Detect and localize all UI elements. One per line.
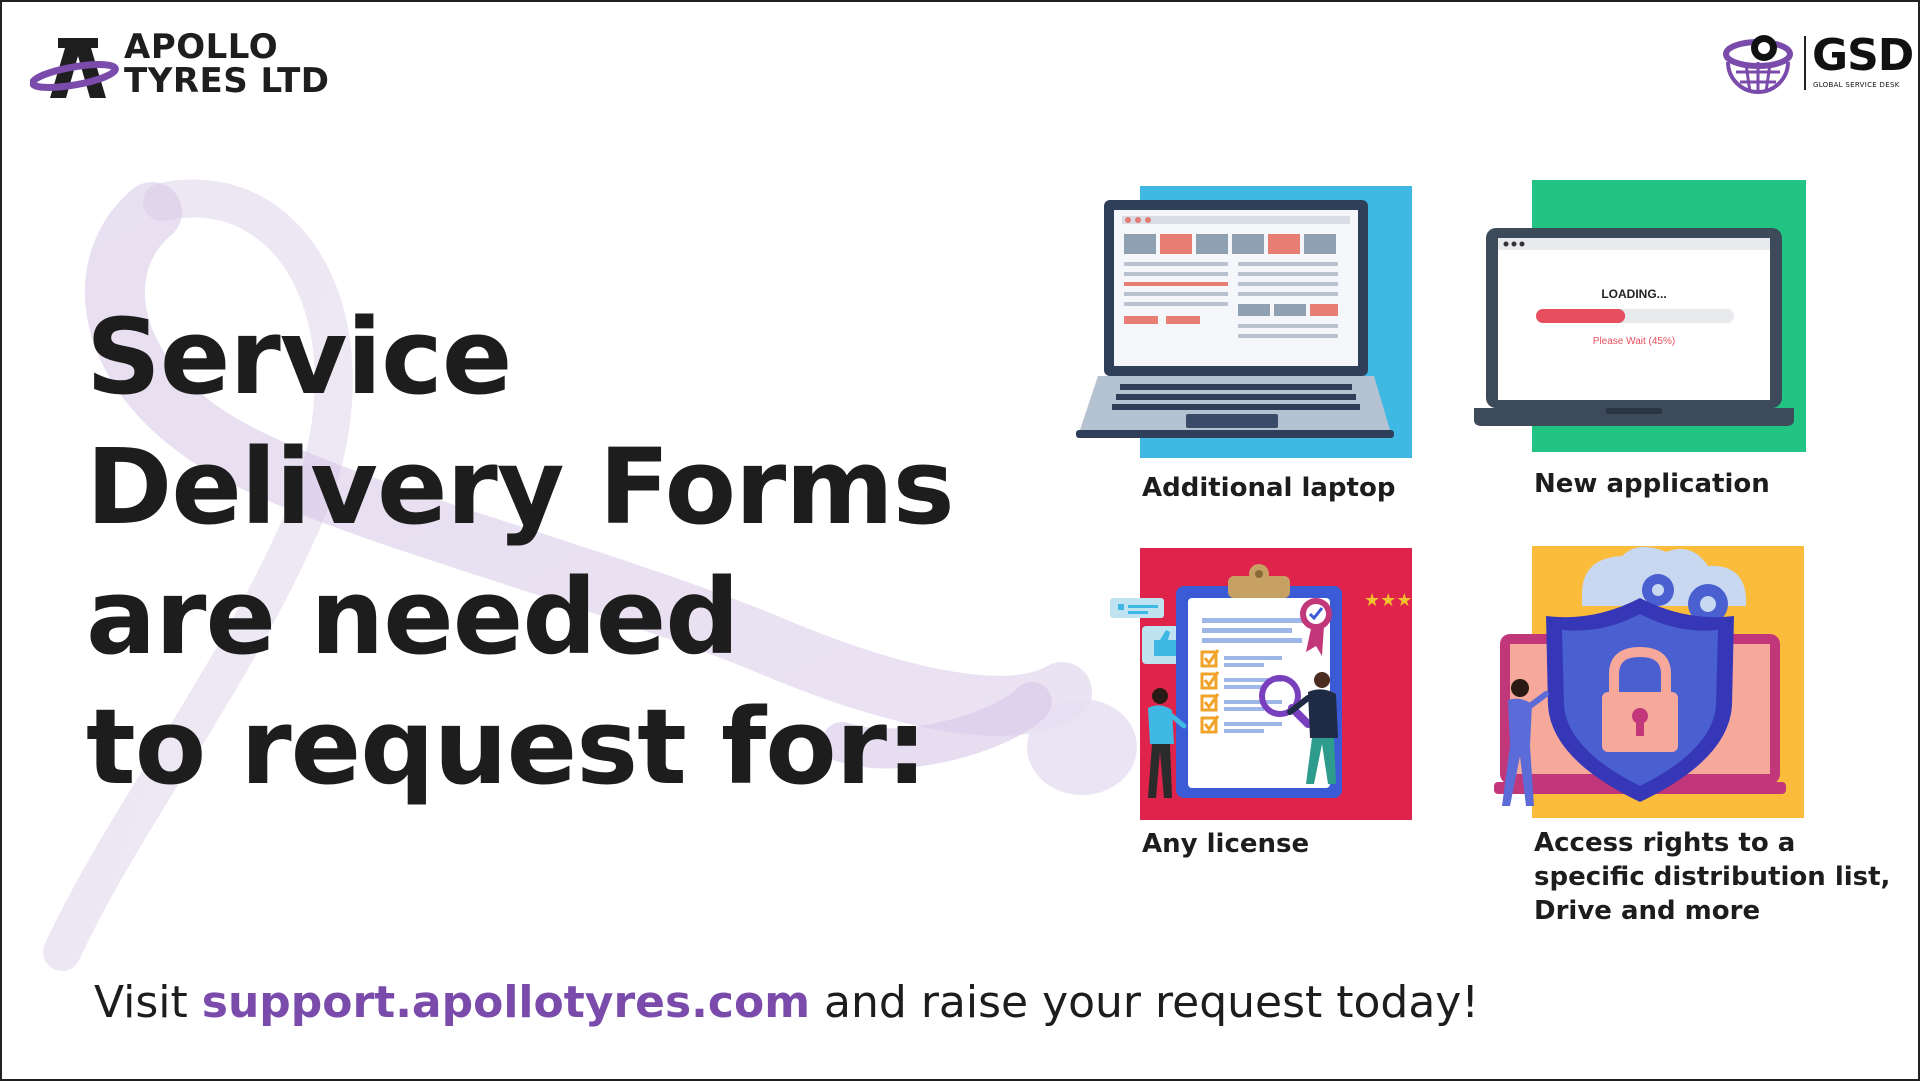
footer-prefix: Visit <box>94 977 202 1028</box>
headline-line-2: Delivery Forms <box>86 426 955 548</box>
poster: APOLLO TYRES LTD GSD GLOBAL SERVICE DESK… <box>0 0 1920 1081</box>
gsd-subtitle: GLOBAL SERVICE DESK <box>1813 81 1900 89</box>
headline-line-1: Service <box>86 296 512 418</box>
tile-caption-line-2: specific distribution list, <box>1534 862 1891 892</box>
clipboard-checklist-icon: ★★★ <box>1110 564 1412 798</box>
headline: Service Delivery Forms are needed to req… <box>86 292 986 812</box>
apollo-tyres-logo: APOLLO TYRES LTD <box>30 28 330 104</box>
company-name-line1: APOLLO <box>124 27 279 67</box>
tile-any-license: ★★★ Any license <box>1102 548 1462 878</box>
tile-new-application: LOADING... Please Wait (45%) New applica… <box>1474 180 1834 500</box>
security-shield-icon <box>1494 546 1786 806</box>
tile-caption: Any license <box>1142 829 1310 859</box>
laptop-icon <box>1076 200 1394 438</box>
loading-status: Please Wait (45%) <box>1593 336 1675 347</box>
tile-additional-laptop: Additional laptop <box>1068 184 1428 504</box>
logo-divider <box>1804 36 1806 90</box>
gsd-logo: GSD GLOBAL SERVICE DESK <box>1718 30 1914 96</box>
tile-caption: Additional laptop <box>1142 473 1396 503</box>
tile-caption-line-1: Access rights to a <box>1534 828 1796 858</box>
svg-text:★★★: ★★★ <box>1364 590 1412 611</box>
apollo-logo-icon <box>30 38 119 98</box>
company-name-line2: TYRES LTD <box>124 61 330 101</box>
tile-caption-line-3: Drive and more <box>1534 896 1761 926</box>
globe-icon <box>1723 35 1793 94</box>
headline-line-4: to request for: <box>86 686 928 808</box>
headline-line-3: are needed <box>86 556 740 678</box>
loading-laptop-icon: LOADING... Please Wait (45%) <box>1474 228 1794 426</box>
tile-access-rights: Access rights to a specific distribution… <box>1482 546 1890 926</box>
footer-call-to-action: Visit support.apollotyres.com and raise … <box>94 977 1479 1028</box>
footer-suffix: and raise your request today! <box>810 977 1479 1028</box>
support-link[interactable]: support.apollotyres.com <box>202 977 810 1028</box>
loading-title: LOADING... <box>1601 287 1666 301</box>
gsd-wordmark: GSD <box>1812 30 1914 81</box>
tile-caption: New application <box>1534 469 1770 499</box>
tile-caption: Access rights to a specific distribution… <box>1534 826 1890 928</box>
